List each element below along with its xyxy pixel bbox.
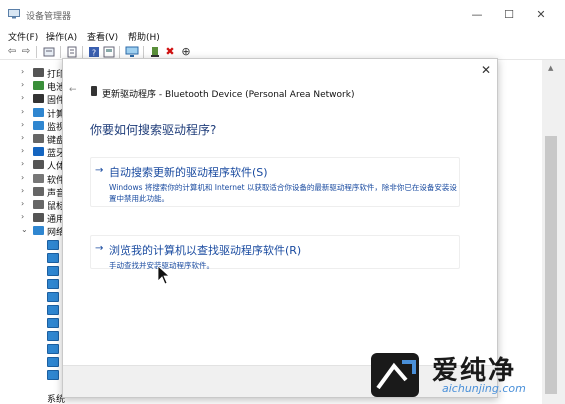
network-adapter-icon[interactable] [47, 278, 59, 289]
network-adapter-icon[interactable] [47, 369, 59, 380]
uninstall-icon[interactable]: ✖ [164, 46, 176, 58]
network-adapter-icon[interactable] [47, 291, 59, 302]
device-tree: › 打印 › 电池 › 固件 › 计算 › 监视 › 键盘 › 蓝牙 › 人体 › 软件 › 声音 › 鼠标 › 通用 ⌄ 网络系… [0, 60, 66, 404]
toolbar-separator [60, 46, 61, 58]
chevron-right-icon[interactable]: › [21, 120, 24, 129]
menu-view[interactable]: 查看(V) [87, 30, 118, 43]
scrollbar[interactable]: ▲ [542, 60, 565, 404]
device-icon [91, 86, 97, 96]
window-titlebar: 设备管理器 — ☐ ✕ [0, 0, 565, 28]
mouse-icon [33, 200, 44, 209]
back-arrow-icon[interactable]: ⇦ [6, 46, 18, 58]
network-icon [33, 226, 44, 236]
list-icon[interactable] [66, 46, 78, 58]
dialog-close-button[interactable]: ✕ [478, 62, 494, 78]
firmware-icon [33, 94, 44, 104]
chevron-right-icon[interactable]: › [21, 107, 24, 116]
tree-item[interactable]: › 声音 [0, 185, 66, 199]
watermark-url: aichunjing.com [442, 382, 526, 395]
chevron-right-icon[interactable]: › [21, 146, 24, 155]
software-icon [33, 173, 44, 183]
tree-item[interactable]: › 软件 [0, 172, 66, 186]
battery-icon [33, 81, 44, 91]
toolbar-separator [119, 46, 120, 58]
chevron-right-icon[interactable]: › [21, 186, 24, 195]
mouse-cursor-icon [157, 265, 171, 285]
watermark-logo [371, 353, 419, 397]
bluetooth-icon [33, 147, 44, 157]
view-icon[interactable] [103, 46, 115, 58]
properties-icon[interactable] [43, 46, 55, 58]
forward-arrow-icon[interactable]: ⇨ [20, 46, 32, 58]
network-adapter-icon[interactable] [47, 356, 59, 367]
network-adapter-icon[interactable] [47, 265, 59, 276]
network-adapter-icon[interactable] [47, 304, 59, 315]
tree-item[interactable]: › 蓝牙 [0, 145, 66, 159]
toolbar-separator [82, 46, 83, 58]
maximize-button[interactable]: ☐ [493, 4, 525, 26]
help-icon[interactable]: ? [88, 46, 100, 58]
option-title: 自动搜索更新的驱动程序软件(S) [109, 166, 268, 179]
dialog-title: 更新驱动程序 - Bluetooth Device (Personal Area… [102, 90, 355, 100]
chevron-right-icon[interactable]: › [21, 212, 24, 221]
option-description: Windows 将搜索你的计算机和 Internet 以获取适合你设备的最新驱动… [109, 183, 457, 203]
tree-item[interactable]: › 电池 [0, 79, 66, 93]
network-adapter-icon[interactable] [47, 343, 59, 354]
chevron-right-icon[interactable]: › [21, 173, 24, 182]
option-title: 浏览我的计算机以查找驱动程序软件(R) [109, 244, 302, 257]
chevron-right-icon[interactable]: › [21, 67, 24, 76]
scroll-thumb[interactable] [545, 136, 557, 394]
tree-item[interactable]: › 计算 [0, 106, 66, 120]
update-driver-icon[interactable] [149, 46, 161, 58]
computer-icon [33, 107, 44, 117]
tree-item[interactable]: › 鼠标 [0, 198, 66, 212]
arrow-right-icon: → [95, 243, 104, 254]
network-adapter-icon[interactable] [47, 239, 59, 250]
download-icon[interactable]: ⊕ [180, 46, 192, 58]
svg-text:?: ? [92, 49, 96, 58]
tree-item[interactable]: › 打印 [0, 66, 66, 80]
toolbar-separator [143, 46, 144, 58]
menu-help[interactable]: 帮助(H) [128, 30, 160, 43]
tree-item[interactable]: › 固件 [0, 92, 66, 106]
menu-action[interactable]: 操作(A) [46, 30, 77, 43]
toolbar-separator [36, 46, 37, 58]
tree-item[interactable]: › 键盘 [0, 132, 66, 146]
network-adapter-icon[interactable] [47, 317, 59, 328]
device-manager-icon [8, 9, 20, 19]
close-button[interactable]: ✕ [525, 4, 557, 26]
monitor-icon[interactable] [125, 46, 139, 58]
keyboard-icon [33, 134, 44, 143]
update-driver-dialog: ✕ ← 更新驱动程序 - Bluetooth Device (Personal … [62, 58, 498, 398]
printer-icon [33, 68, 44, 77]
search-automatically-option[interactable]: → 自动搜索更新的驱动程序软件(S) Windows 将搜索你的计算机和 Int… [90, 157, 460, 207]
menu-file[interactable]: 文件(F) [8, 30, 38, 43]
chevron-right-icon[interactable]: › [21, 93, 24, 102]
menu-bar: 文件(F) 操作(A) 查看(V) 帮助(H) [0, 28, 565, 44]
tree-item[interactable]: ⌄ 网络 [0, 224, 66, 238]
tree-item[interactable]: › 通用 [0, 211, 66, 225]
window-title: 设备管理器 [26, 12, 72, 22]
network-adapter-icon[interactable] [47, 330, 59, 341]
usb-icon [33, 213, 44, 223]
network-adapter-icon[interactable] [47, 252, 59, 263]
minimize-button[interactable]: — [461, 4, 493, 26]
tree-item[interactable]: › 监视 [0, 119, 66, 133]
chevron-down-icon[interactable]: ⌄ [21, 225, 28, 234]
chevron-right-icon[interactable]: › [21, 159, 24, 168]
chevron-right-icon[interactable]: › [21, 199, 24, 208]
chevron-right-icon[interactable]: › [21, 133, 24, 142]
tree-item[interactable]: › 人体 [0, 158, 66, 172]
human-interface-icon [33, 160, 44, 170]
browse-computer-option[interactable]: → 浏览我的计算机以查找驱动程序软件(R) 手动查找并安装驱动程序软件。 [90, 235, 460, 270]
dialog-heading: 你要如何搜索驱动程序? [90, 123, 217, 137]
monitor-icon [33, 120, 44, 130]
chevron-right-icon[interactable]: › [21, 80, 24, 89]
speaker-icon [33, 186, 44, 196]
dialog-back-button[interactable]: ← [69, 85, 77, 95]
arrow-right-icon: → [95, 165, 104, 176]
scroll-up-icon[interactable]: ▲ [548, 64, 553, 72]
